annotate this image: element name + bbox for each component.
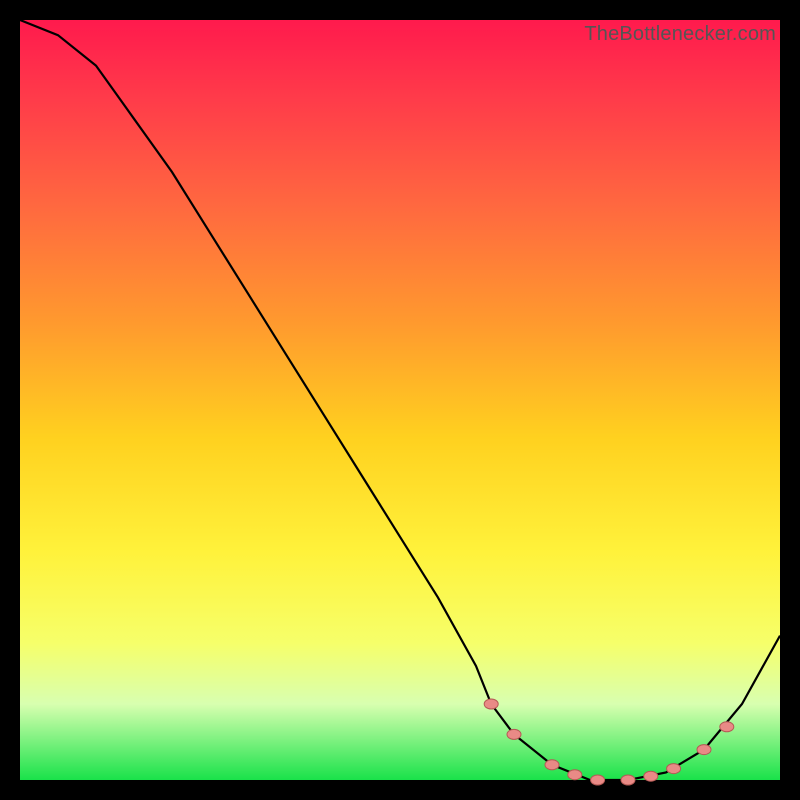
highlight-marker xyxy=(507,729,521,739)
highlight-marker xyxy=(545,760,559,770)
plot-area: TheBottlenecker.com xyxy=(20,20,780,780)
highlight-marker xyxy=(621,775,635,785)
highlight-marker xyxy=(644,771,658,781)
bottleneck-curve-svg xyxy=(20,20,780,780)
highlight-marker xyxy=(568,770,582,780)
chart-frame: TheBottlenecker.com xyxy=(20,20,780,780)
highlight-marker xyxy=(720,722,734,732)
highlight-marker xyxy=(667,764,681,774)
highlight-marker xyxy=(591,775,605,785)
watermark-text: TheBottlenecker.com xyxy=(584,23,776,46)
bottleneck-curve xyxy=(20,20,780,780)
highlight-marker xyxy=(484,699,498,709)
highlight-marker xyxy=(697,745,711,755)
highlight-markers xyxy=(484,699,734,785)
